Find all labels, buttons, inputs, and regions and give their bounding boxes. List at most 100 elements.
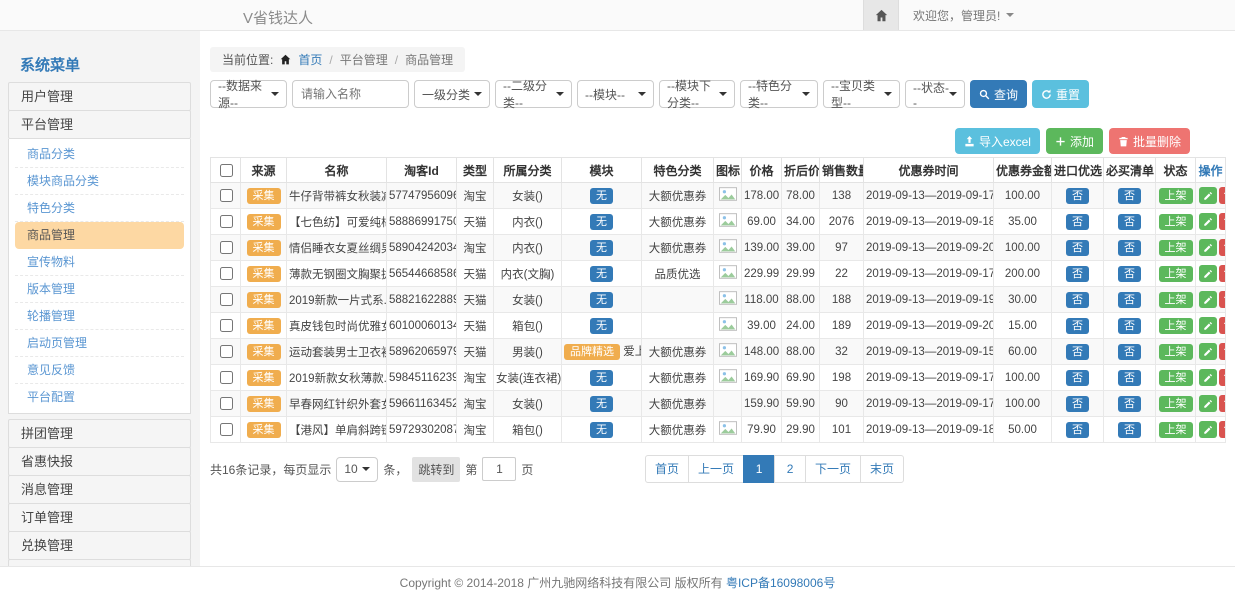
delete-button[interactable]	[1219, 343, 1226, 360]
import-select-toggle[interactable]: 否	[1066, 214, 1089, 230]
search-button[interactable]: 查询	[970, 80, 1027, 108]
status-select[interactable]: --状态--	[905, 80, 965, 108]
sidebar-item-carousel-management[interactable]: 轮播管理	[15, 303, 184, 330]
must-buy-toggle[interactable]: 否	[1118, 240, 1141, 256]
status-toggle[interactable]: 上架	[1159, 214, 1193, 230]
import-excel-button[interactable]: 导入excel	[955, 128, 1040, 154]
row-checkbox[interactable]	[220, 319, 233, 332]
edit-button[interactable]	[1199, 317, 1217, 334]
sidebar-item-version-management[interactable]: 版本管理	[15, 276, 184, 303]
module-subcategory-select[interactable]: --模块下分类--	[659, 80, 735, 108]
sidebar-item-platform-config[interactable]: 平台配置	[15, 384, 184, 411]
must-buy-toggle[interactable]: 否	[1118, 396, 1141, 412]
import-select-toggle[interactable]: 否	[1066, 318, 1089, 334]
import-select-toggle[interactable]: 否	[1066, 188, 1089, 204]
import-select-toggle[interactable]: 否	[1066, 266, 1089, 282]
first-page-button[interactable]: 首页	[645, 455, 689, 483]
sidebar-item-goods-category[interactable]: 商品分类	[15, 141, 184, 168]
status-toggle[interactable]: 上架	[1159, 318, 1193, 334]
batch-delete-button[interactable]: 批量删除	[1109, 128, 1190, 154]
delete-button[interactable]	[1219, 291, 1226, 308]
import-select-toggle[interactable]: 否	[1066, 344, 1089, 360]
icp-link[interactable]: 粤ICP备16098006号	[726, 576, 835, 590]
last-page-button[interactable]: 末页	[860, 455, 904, 483]
breadcrumb-item-platform[interactable]: 平台管理	[340, 51, 388, 68]
edit-button[interactable]	[1199, 291, 1217, 308]
delete-button[interactable]	[1219, 187, 1226, 204]
status-toggle[interactable]: 上架	[1159, 188, 1193, 204]
delete-button[interactable]	[1219, 239, 1226, 256]
level2-category-select[interactable]: --二级分类--	[495, 80, 572, 108]
page-number-button[interactable]: 1	[743, 455, 775, 483]
edit-button[interactable]	[1199, 421, 1217, 438]
next-page-button[interactable]: 下一页	[805, 455, 861, 483]
jump-page-input[interactable]	[482, 457, 516, 481]
data-source-select[interactable]: --数据来源--	[210, 80, 287, 108]
delete-button[interactable]	[1219, 369, 1226, 386]
edit-button[interactable]	[1199, 369, 1217, 386]
breadcrumb-link-home[interactable]: 首页	[298, 51, 322, 68]
sidebar-group-3[interactable]: 省惠快报	[8, 447, 191, 476]
name-input[interactable]	[292, 80, 409, 108]
row-checkbox[interactable]	[220, 371, 233, 384]
delete-button[interactable]	[1219, 213, 1226, 230]
per-page-select[interactable]: 10	[336, 457, 378, 482]
edit-button[interactable]	[1199, 187, 1217, 204]
delete-button[interactable]	[1219, 265, 1226, 282]
delete-button[interactable]	[1219, 317, 1226, 334]
status-toggle[interactable]: 上架	[1159, 344, 1193, 360]
must-buy-toggle[interactable]: 否	[1118, 344, 1141, 360]
page-number-button[interactable]: 2	[774, 455, 806, 483]
sidebar-item-module-goods-category[interactable]: 模块商品分类	[15, 168, 184, 195]
row-checkbox[interactable]	[220, 423, 233, 436]
row-checkbox[interactable]	[220, 241, 233, 254]
sidebar-item-feedback[interactable]: 意见反馈	[15, 357, 184, 384]
edit-button[interactable]	[1199, 395, 1217, 412]
delete-button[interactable]	[1219, 421, 1226, 438]
must-buy-toggle[interactable]: 否	[1118, 214, 1141, 230]
module-select[interactable]: --模块--	[577, 80, 654, 108]
status-toggle[interactable]: 上架	[1159, 240, 1193, 256]
header-home-button[interactable]	[863, 0, 899, 30]
sidebar-item-feature-category[interactable]: 特色分类	[15, 195, 184, 222]
sidebar-group-5[interactable]: 订单管理	[8, 503, 191, 532]
sidebar-group-6[interactable]: 兑换管理	[8, 531, 191, 560]
import-select-toggle[interactable]: 否	[1066, 370, 1089, 386]
row-checkbox[interactable]	[220, 397, 233, 410]
status-toggle[interactable]: 上架	[1159, 292, 1193, 308]
feature-category-select[interactable]: --特色分类--	[740, 80, 818, 108]
sidebar-group-1[interactable]: 平台管理	[8, 110, 191, 139]
must-buy-toggle[interactable]: 否	[1118, 370, 1141, 386]
row-checkbox[interactable]	[220, 215, 233, 228]
status-toggle[interactable]: 上架	[1159, 370, 1193, 386]
must-buy-toggle[interactable]: 否	[1118, 318, 1141, 334]
sidebar-group-2[interactable]: 拼团管理	[8, 419, 191, 448]
row-checkbox[interactable]	[220, 293, 233, 306]
reset-button[interactable]: 重置	[1032, 80, 1089, 108]
must-buy-toggle[interactable]: 否	[1118, 266, 1141, 282]
row-checkbox[interactable]	[220, 189, 233, 202]
delete-button[interactable]	[1219, 395, 1226, 412]
must-buy-toggle[interactable]: 否	[1118, 292, 1141, 308]
must-buy-toggle[interactable]: 否	[1118, 422, 1141, 438]
import-select-toggle[interactable]: 否	[1066, 422, 1089, 438]
must-buy-toggle[interactable]: 否	[1118, 188, 1141, 204]
sidebar-group-4[interactable]: 消息管理	[8, 475, 191, 504]
add-button[interactable]: 添加	[1046, 128, 1103, 154]
select-all-checkbox[interactable]	[220, 164, 233, 177]
prev-page-button[interactable]: 上一页	[688, 455, 744, 483]
sidebar-item-goods-management[interactable]: 商品管理	[15, 222, 184, 249]
level1-category-select[interactable]: 一级分类	[414, 80, 490, 108]
sidebar-group-0[interactable]: 用户管理	[8, 82, 191, 111]
edit-button[interactable]	[1199, 239, 1217, 256]
status-toggle[interactable]: 上架	[1159, 396, 1193, 412]
status-toggle[interactable]: 上架	[1159, 422, 1193, 438]
import-select-toggle[interactable]: 否	[1066, 240, 1089, 256]
import-select-toggle[interactable]: 否	[1066, 396, 1089, 412]
row-checkbox[interactable]	[220, 267, 233, 280]
edit-button[interactable]	[1199, 265, 1217, 282]
import-select-toggle[interactable]: 否	[1066, 292, 1089, 308]
status-toggle[interactable]: 上架	[1159, 266, 1193, 282]
sidebar-item-promo-material[interactable]: 宣传物料	[15, 249, 184, 276]
user-menu[interactable]: 欢迎您，管理员!	[913, 7, 1014, 24]
